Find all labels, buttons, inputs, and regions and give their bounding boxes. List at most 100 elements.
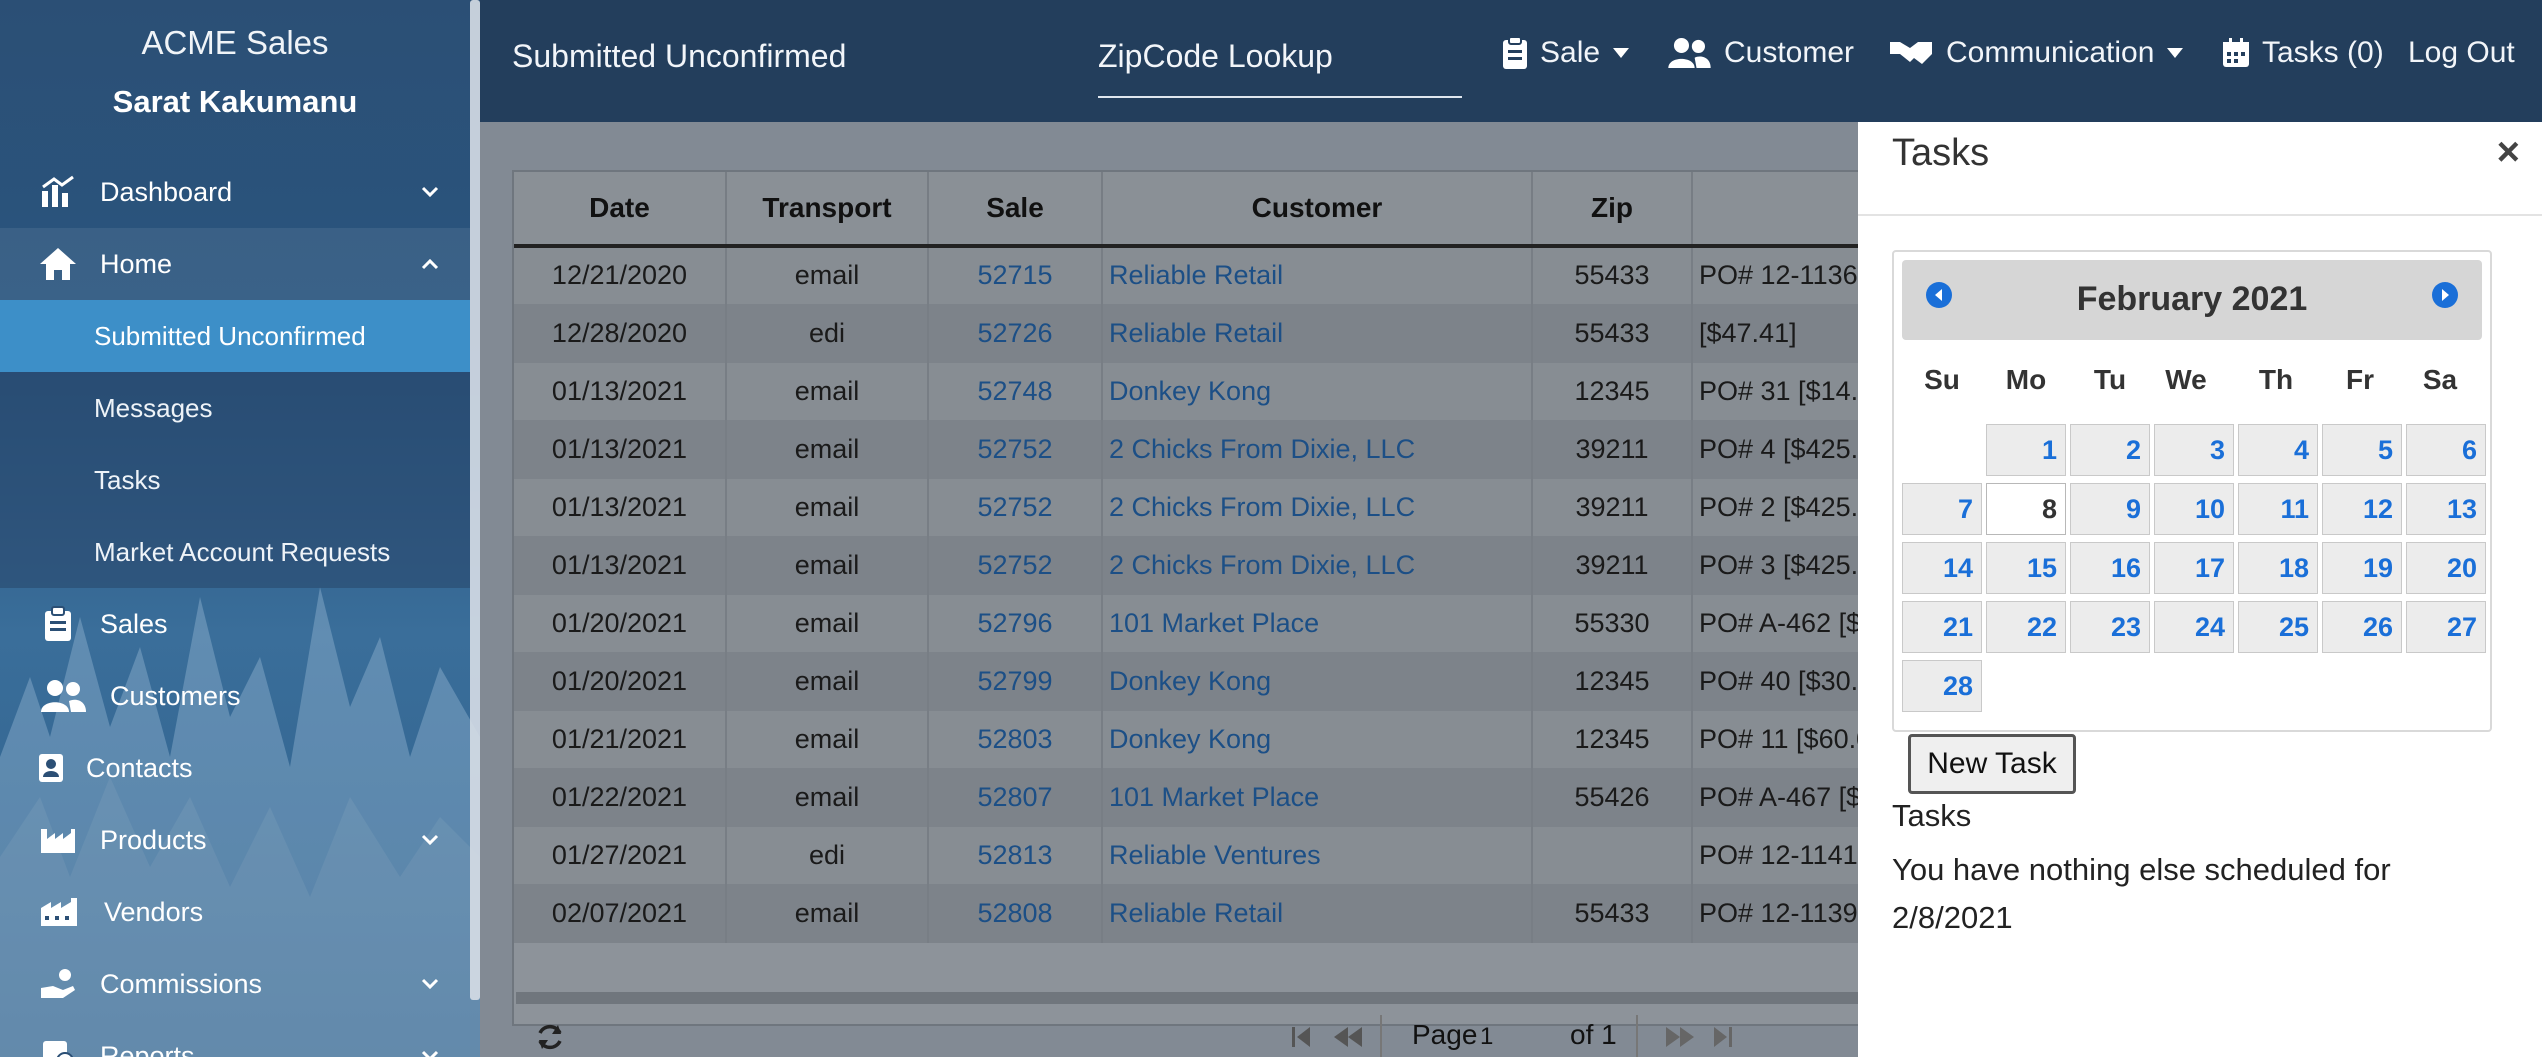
cell-transport: email — [726, 536, 929, 595]
hand-coin-icon — [38, 964, 78, 1004]
cell-sale[interactable]: 52796 — [928, 594, 1103, 653]
calendar-day[interactable]: 28 — [1902, 660, 1982, 712]
calendar-day[interactable]: 7 — [1902, 483, 1982, 535]
cell-zip: 55433 — [1532, 884, 1693, 943]
cell-sale[interactable]: 52726 — [928, 304, 1103, 363]
cell-sale[interactable]: 52752 — [928, 536, 1103, 595]
calendar-dow: Mo — [2005, 364, 2047, 395]
cell-sale[interactable]: 52752 — [928, 478, 1103, 537]
cell-sale[interactable]: 52715 — [928, 246, 1103, 305]
cell-sale[interactable]: 52813 — [928, 826, 1103, 885]
calendar-day[interactable]: 23 — [2070, 601, 2150, 653]
column-header-zip[interactable]: Zip — [1532, 172, 1693, 248]
calendar-day[interactable]: 21 — [1902, 601, 1982, 653]
calendar-day[interactable]: 5 — [2322, 424, 2402, 476]
cell-customer[interactable]: 101 Market Place — [1102, 768, 1533, 827]
cell-customer[interactable]: Donkey Kong — [1102, 652, 1533, 711]
sidebar-item-home[interactable]: Home — [0, 228, 470, 300]
communication-menu[interactable]: Communication — [1888, 36, 2184, 70]
close-icon[interactable]: × — [2497, 130, 2520, 175]
cell-sale[interactable]: 52808 — [928, 884, 1103, 943]
calendar-day[interactable]: 13 — [2406, 483, 2486, 535]
column-header-customer[interactable]: Customer — [1102, 172, 1533, 248]
sidebar-scrollbar[interactable] — [470, 0, 480, 1000]
calendar-day[interactable]: 4 — [2238, 424, 2318, 476]
calendar-day[interactable]: 1 — [1986, 424, 2066, 476]
tasks-menu[interactable]: Tasks (0) — [2222, 36, 2384, 70]
calendar-day[interactable]: 18 — [2238, 542, 2318, 594]
calendar-day[interactable]: 11 — [2238, 483, 2318, 535]
calendar-day[interactable]: 25 — [2238, 601, 2318, 653]
calendar-day[interactable]: 26 — [2322, 601, 2402, 653]
sale-menu[interactable]: Sale — [1502, 36, 1630, 70]
calendar-day[interactable]: 27 — [2406, 601, 2486, 653]
sidebar-item-label: Reports — [100, 1040, 195, 1057]
sidebar-item-products[interactable]: Products — [0, 804, 470, 876]
sidebar-subitem-market-account-requests[interactable]: Market Account Requests — [0, 516, 470, 588]
sidebar-item-customers[interactable]: Customers — [0, 660, 470, 732]
cell-zip: 39211 — [1532, 420, 1693, 479]
column-header-sale[interactable]: Sale — [928, 172, 1103, 248]
sidebar-subitem-tasks[interactable]: Tasks — [0, 444, 470, 516]
contact-card-icon — [38, 748, 64, 788]
sidebar-item-sales[interactable]: Sales — [0, 588, 470, 660]
cell-sale[interactable]: 52799 — [928, 652, 1103, 711]
next-page-icon[interactable] — [1664, 1025, 1696, 1049]
calendar-day[interactable]: 12 — [2322, 483, 2402, 535]
calendar-day[interactable]: 9 — [2070, 483, 2150, 535]
calendar-day[interactable]: 14 — [1902, 542, 1982, 594]
cell-sale[interactable]: 52748 — [928, 362, 1103, 421]
sidebar-subitem-submitted-unconfirmed[interactable]: Submitted Unconfirmed — [0, 300, 470, 372]
calendar-day[interactable]: 20 — [2406, 542, 2486, 594]
sidebar-item-commissions[interactable]: Commissions — [0, 948, 470, 1020]
calendar-day[interactable]: 15 — [1986, 542, 2066, 594]
cell-customer[interactable]: Reliable Retail — [1102, 884, 1533, 943]
calendar-day[interactable]: 16 — [2070, 542, 2150, 594]
calendar-day[interactable]: 19 — [2322, 542, 2402, 594]
chevron-down-icon — [421, 186, 439, 198]
sidebar-item-reports[interactable]: Reports — [0, 1020, 470, 1057]
calendar-day[interactable]: 22 — [1986, 601, 2066, 653]
zipcode-lookup-input[interactable]: ZipCode Lookup — [1098, 38, 1462, 98]
page-number-input[interactable]: 1 — [1480, 1023, 1493, 1051]
sidebar-item-vendors[interactable]: Vendors — [0, 876, 470, 948]
cell-customer[interactable]: Reliable Retail — [1102, 246, 1533, 305]
calendar-day[interactable]: 24 — [2154, 601, 2234, 653]
first-page-icon[interactable] — [1290, 1025, 1312, 1049]
cell-customer[interactable]: Reliable Ventures — [1102, 826, 1533, 885]
cell-sale[interactable]: 52803 — [928, 710, 1103, 769]
cell-sale[interactable]: 52807 — [928, 768, 1103, 827]
last-page-icon[interactable] — [1712, 1025, 1734, 1049]
sidebar-item-contacts[interactable]: Contacts — [0, 732, 470, 804]
sidebar-item-dashboard[interactable]: Dashboard — [0, 156, 470, 228]
column-header-transport[interactable]: Transport — [726, 172, 929, 248]
cell-date: 01/20/2021 — [514, 652, 727, 711]
previous-page-icon[interactable] — [1332, 1025, 1364, 1049]
next-month-icon[interactable] — [2432, 282, 2458, 308]
calendar-day[interactable]: 10 — [2154, 483, 2234, 535]
cell-customer[interactable]: 2 Chicks From Dixie, LLC — [1102, 420, 1533, 479]
cell-customer[interactable]: 2 Chicks From Dixie, LLC — [1102, 478, 1533, 537]
sidebar-subitem-messages[interactable]: Messages — [0, 372, 470, 444]
cell-customer[interactable]: Donkey Kong — [1102, 362, 1533, 421]
pager-divider — [1380, 1015, 1382, 1057]
cell-customer[interactable]: 2 Chicks From Dixie, LLC — [1102, 536, 1533, 595]
calendar-day[interactable]: 17 — [2154, 542, 2234, 594]
cell-zip: 55433 — [1532, 246, 1693, 305]
calendar-day[interactable]: 6 — [2406, 424, 2486, 476]
calendar-day[interactable]: 3 — [2154, 424, 2234, 476]
customer-menu[interactable]: Customer — [1666, 36, 1854, 70]
new-task-button[interactable]: New Task — [1908, 734, 2076, 794]
brand-name: ACME Sales — [141, 24, 329, 61]
calendar-day[interactable]: 2 — [2070, 424, 2150, 476]
cell-customer[interactable]: Donkey Kong — [1102, 710, 1533, 769]
cell-sale[interactable]: 52752 — [928, 420, 1103, 479]
sidebar-item-label: Commissions — [100, 968, 263, 999]
calendar-day[interactable]: 8 — [1986, 483, 2066, 535]
column-header-date[interactable]: Date — [514, 172, 727, 248]
logout-link[interactable]: Log Out — [2408, 36, 2515, 70]
cell-transport: email — [726, 594, 929, 653]
refresh-icon[interactable] — [534, 1021, 566, 1053]
cell-customer[interactable]: 101 Market Place — [1102, 594, 1533, 653]
cell-customer[interactable]: Reliable Retail — [1102, 304, 1533, 363]
